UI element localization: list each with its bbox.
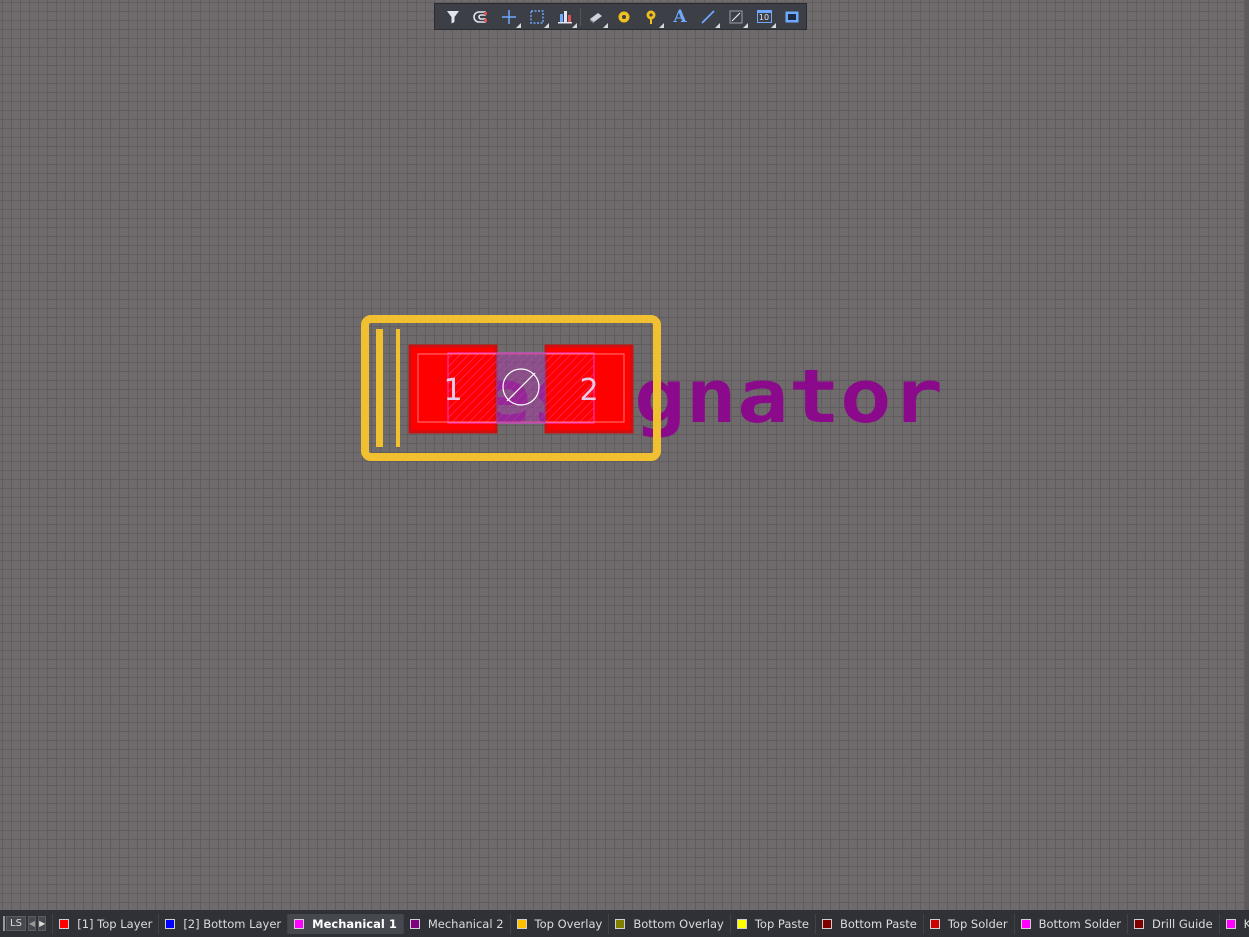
- layer-color-swatch: [1134, 918, 1145, 929]
- layer-tab-label: Mechanical 2: [427, 916, 504, 931]
- via-icon: [646, 10, 656, 24]
- dropdown-arrow-icon[interactable]: [572, 23, 577, 28]
- dimension-icon: [729, 9, 743, 24]
- text-icon: A: [673, 6, 687, 27]
- layer-color-swatch: [821, 918, 832, 929]
- layer-tab[interactable]: [1] Top Layer: [52, 913, 158, 934]
- layer-tab-label: Top Solder: [947, 916, 1008, 931]
- snap-magnet-icon: [473, 10, 487, 23]
- region-icon: [785, 11, 799, 22]
- layer-color-swatch: [929, 918, 940, 929]
- scroll-layers-left-button[interactable]: ◀: [27, 916, 37, 931]
- layer-color-swatch: [165, 918, 176, 929]
- line-icon: [701, 9, 715, 24]
- dropdown-arrow-icon[interactable]: [659, 23, 664, 28]
- layer-tab[interactable]: Top Solder: [922, 913, 1014, 934]
- align-button[interactable]: [551, 4, 579, 29]
- place-via-button[interactable]: [638, 4, 666, 29]
- layer-tab[interactable]: [2] Bottom Layer: [158, 913, 287, 934]
- layer-tab[interactable]: Top Paste: [729, 913, 815, 934]
- layer-tab[interactable]: Mechanical 1: [287, 913, 403, 934]
- filter-button[interactable]: [439, 4, 467, 29]
- designator-icon-glyph: 10: [758, 13, 770, 22]
- layer-tab[interactable]: Top Overlay: [509, 913, 609, 934]
- dropdown-arrow-icon[interactable]: [603, 23, 608, 28]
- layer-color-swatch: [736, 918, 747, 929]
- active-bar-toolbar: A 10: [434, 3, 807, 30]
- place-text-button[interactable]: A: [666, 4, 694, 29]
- pad-2-label: 2: [579, 373, 598, 408]
- layer-tab-label: Bottom Solder: [1038, 916, 1122, 931]
- place-designator-button[interactable]: 10: [750, 4, 778, 29]
- layer-tab-label: [1] Top Layer: [77, 916, 153, 931]
- layer-color-swatch: [409, 918, 420, 929]
- layer-tabs-bar: LS ◀ ▶ [1] Top Layer [2] Bottom Layer Mech…: [0, 910, 1249, 937]
- filter-icon: [447, 10, 459, 23]
- crosshair-icon: [502, 9, 516, 24]
- layer-sets-button[interactable]: LS: [6, 916, 26, 931]
- toolbar-separator: [580, 7, 581, 26]
- place-dimension-button[interactable]: [722, 4, 750, 29]
- crosshair-button[interactable]: [495, 4, 523, 29]
- layer-tab-label: Bottom Paste: [839, 916, 917, 931]
- designator-icon: 10: [756, 10, 772, 23]
- layer-tab-label: Top Overlay: [534, 916, 603, 931]
- dropdown-arrow-icon[interactable]: [544, 23, 549, 28]
- layer-tab[interactable]: Bottom Paste: [814, 913, 923, 934]
- layer-tab-label: Drill Guide: [1152, 916, 1213, 931]
- chevron-right-icon: ▶: [39, 919, 46, 928]
- layer-color-swatch: [1020, 918, 1031, 929]
- dropdown-arrow-icon[interactable]: [771, 23, 776, 28]
- pad-1-label: 1: [443, 373, 462, 408]
- dropdown-arrow-icon[interactable]: [516, 23, 521, 28]
- select-button[interactable]: [523, 4, 551, 29]
- layer-tab-label: Keep-Out Layer: [1243, 916, 1249, 931]
- snap-button[interactable]: [467, 4, 495, 29]
- layer-color-swatch: [1225, 918, 1236, 929]
- layer-color-swatch: [516, 918, 527, 929]
- silkscreen-inner-line: [396, 329, 400, 447]
- layer-color-swatch: [59, 918, 70, 929]
- current-layer-color-swatch[interactable]: [3, 916, 5, 931]
- dropdown-arrow-icon[interactable]: [715, 23, 720, 28]
- component-body-button[interactable]: [582, 4, 610, 29]
- layer-tab[interactable]: Bottom Solder: [1013, 913, 1127, 934]
- pad-icon: [618, 11, 630, 22]
- layer-color-swatch: [294, 918, 305, 929]
- dropdown-arrow-icon[interactable]: [743, 23, 748, 28]
- layer-tab[interactable]: Drill Guide: [1127, 913, 1219, 934]
- selection-rectangle-icon: [530, 9, 544, 24]
- silkscreen-polarity-bar[interactable]: [376, 329, 383, 447]
- chevron-left-icon: ◀: [28, 919, 36, 928]
- layer-tabs: [1] Top Layer [2] Bottom Layer Mechanical …: [52, 913, 1249, 934]
- scroll-layers-right-button[interactable]: ▶: [38, 916, 47, 931]
- component-body-icon: [590, 12, 602, 23]
- layer-tab-label: Bottom Overlay: [633, 916, 724, 931]
- layer-tab[interactable]: Mechanical 2: [402, 913, 510, 934]
- footprint-view: Designator 1 2: [361, 315, 943, 461]
- place-region-button[interactable]: [778, 4, 806, 29]
- layer-tab[interactable]: Keep-Out Layer: [1218, 913, 1249, 934]
- place-pad-button[interactable]: [610, 4, 638, 29]
- layer-tab-label: Mechanical 1: [312, 916, 397, 931]
- layer-tab-label: [2] Bottom Layer: [183, 916, 282, 931]
- layer-color-swatch: [615, 918, 626, 929]
- align-icon: [558, 10, 572, 23]
- place-line-button[interactable]: [694, 4, 722, 29]
- layer-tab[interactable]: Bottom Overlay: [608, 913, 730, 934]
- layer-tab-label: Top Paste: [754, 916, 809, 931]
